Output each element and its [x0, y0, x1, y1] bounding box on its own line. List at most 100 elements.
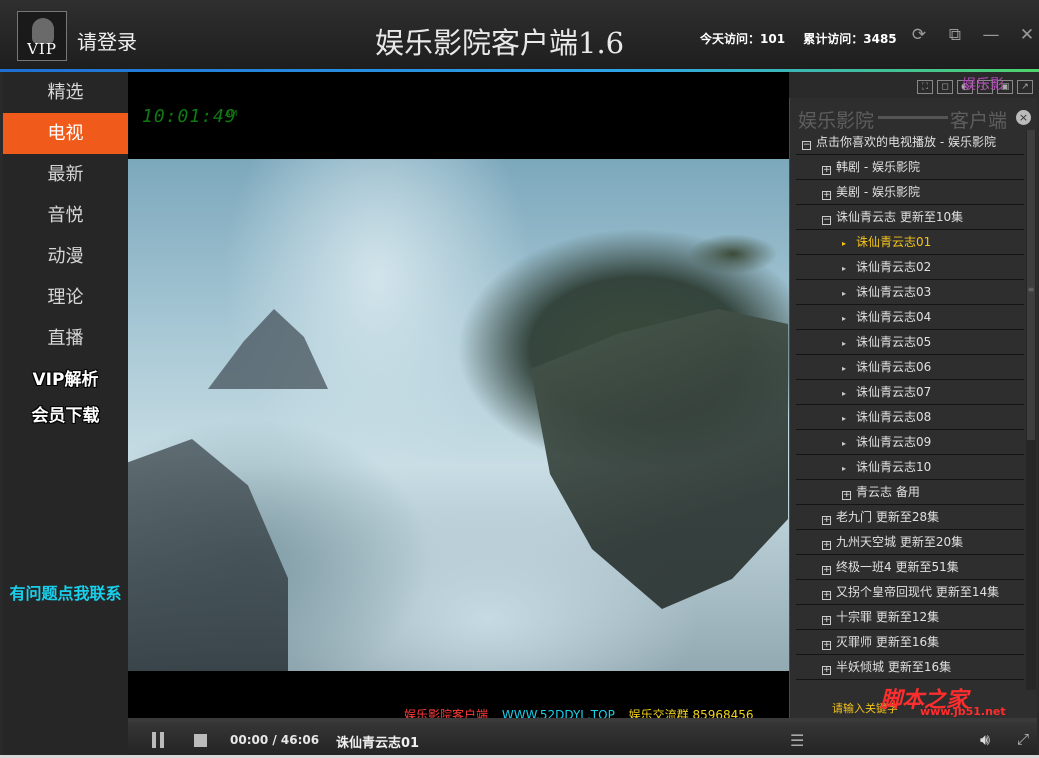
sidebar-item-4[interactable]: 动漫	[3, 236, 128, 277]
scroll-grip-icon: ≡	[1027, 285, 1035, 294]
login-link[interactable]: 请登录	[77, 26, 137, 55]
play-arrow-icon: ▸	[842, 264, 847, 273]
episode-item[interactable]: ▸ 诛仙青云志08	[796, 405, 1024, 430]
total-visits: 累计访问：3485	[803, 32, 897, 46]
sidebar-nav: 精选 电视 最新 音悦 动漫 理论 直播	[3, 72, 128, 359]
category-item[interactable]: + 美剧 - 娱乐影院	[796, 180, 1024, 205]
stop-button[interactable]	[194, 734, 207, 747]
playlist-item-label: 点击你喜欢的电视播放 - 娱乐影院	[816, 135, 996, 149]
popout-icon[interactable]: ↗	[1017, 80, 1033, 94]
pause-button[interactable]	[150, 732, 166, 748]
category-item[interactable]: + 灭罪师 更新至16集	[796, 630, 1024, 655]
play-arrow-icon: ▸	[842, 289, 847, 298]
expand-icon[interactable]: +	[822, 191, 831, 200]
app-title: 娱乐影院客户端1.6	[375, 26, 625, 60]
fullscreen-icon[interactable]: ⤢	[1017, 730, 1029, 748]
expand-icon[interactable]: +	[822, 566, 831, 575]
playlist-item-label: 诛仙青云志07	[856, 385, 932, 399]
category-item[interactable]: + 韩剧 - 娱乐影院	[796, 155, 1024, 180]
playlist-item-label: 诛仙青云志02	[856, 260, 932, 274]
episode-item[interactable]: ▸ 诛仙青云志09	[796, 430, 1024, 455]
avatar[interactable]: VIP	[17, 11, 67, 61]
playlist-item-label: 诛仙青云志05	[856, 335, 932, 349]
close-icon[interactable]: ✕	[1016, 24, 1038, 46]
progress-bar[interactable]	[128, 718, 1037, 722]
category-item[interactable]: + 十宗罪 更新至12集	[796, 605, 1024, 630]
title-bar: VIP 请登录 娱乐影院客户端1.6 今天访问：101 累计访问：3485 ⟳ …	[0, 0, 1039, 72]
episode-item[interactable]: ▸ 诛仙青云志10	[796, 455, 1024, 480]
category-item[interactable]: + 青云志 备用	[796, 480, 1024, 505]
playlist-close-icon[interactable]: ×	[1016, 110, 1031, 125]
playlist-item-label: 韩剧 - 娱乐影院	[836, 160, 920, 174]
member-download-link[interactable]: 会员下载	[3, 401, 128, 431]
playlist-item-label: 诛仙青云志 更新至10集	[836, 210, 964, 224]
video-scene-peak	[208, 309, 328, 389]
minimize-icon[interactable]: —	[980, 24, 1002, 46]
playlist-panel: 娱乐影院 客户端 × − 点击你喜欢的电视播放 - 娱乐影院 + 韩剧 - 娱乐影院 +…	[789, 98, 1037, 718]
expand-icon[interactable]: +	[822, 666, 831, 675]
playlist-item-label: 终极一班4 更新至51集	[836, 560, 959, 574]
restore-icon[interactable]: ⧉	[944, 24, 966, 46]
playlist-item-label: 九州天空城 更新至20集	[836, 535, 964, 549]
playlist-item-label: 诛仙青云志10	[856, 460, 932, 474]
playlist-item-label: 诛仙青云志06	[856, 360, 932, 374]
sidebar-item-0[interactable]: 精选	[3, 72, 128, 113]
episode-item[interactable]: ▸ 诛仙青云志01	[796, 230, 1024, 255]
expand-icon[interactable]: +	[822, 591, 831, 600]
category-item[interactable]: + 半妖倾城 更新至16集	[796, 655, 1024, 680]
episode-item[interactable]: ▸ 诛仙青云志07	[796, 380, 1024, 405]
contact-link[interactable]: 有问题点我联系	[3, 580, 128, 604]
video-scene-cliff-right	[530, 309, 788, 609]
sidebar-item-2[interactable]: 最新	[3, 154, 128, 195]
playlist-scrollbar[interactable]: ≡	[1026, 130, 1036, 690]
now-playing-title: 诛仙青云志01	[336, 736, 420, 751]
visit-stats: 今天访问：101 累计访问：3485	[700, 30, 911, 47]
category-item[interactable]: + 又拐个皇帝回现代 更新至14集	[796, 580, 1024, 605]
expand-icon[interactable]: +	[822, 516, 831, 525]
vip-parse-link[interactable]: VIP解析	[3, 365, 128, 395]
playlist-item-label: 美剧 - 娱乐影院	[836, 185, 920, 199]
video-player[interactable]: 10:01:49 AM 娱乐影院客户端 WWW.52DDYL.TOP 娱乐交流群…	[128, 72, 789, 722]
episode-item[interactable]: ▸ 诛仙青云志02	[796, 255, 1024, 280]
playlist-toggle-icon[interactable]: ☰	[790, 731, 804, 750]
expand-icon[interactable]: +	[822, 166, 831, 175]
episode-item[interactable]: ▸ 诛仙青云志05	[796, 330, 1024, 355]
expand-icon[interactable]: +	[842, 491, 851, 500]
playlist-header: 娱乐影院 客户端 ×	[790, 98, 1037, 132]
playlist-item-label: 诛仙青云志09	[856, 435, 932, 449]
sidebar-item-5[interactable]: 理论	[3, 277, 128, 318]
category-item[interactable]: + 九州天空城 更新至20集	[796, 530, 1024, 555]
playlist-item-label: 青云志 备用	[856, 485, 920, 499]
play-arrow-icon: ▸	[842, 414, 847, 423]
sidebar-item-6[interactable]: 直播	[3, 318, 128, 359]
fit-icon[interactable]: ⛶	[917, 80, 933, 94]
volume-icon[interactable]: 🔊︎	[980, 730, 990, 750]
snapshot-icon[interactable]: ◻	[937, 80, 953, 94]
control-bar: 00:00 / 46:06 诛仙青云志01 ☰ 🔊︎ ⤢	[128, 718, 1037, 755]
today-visits: 今天访问：101	[700, 32, 786, 46]
episode-item[interactable]: ▸ 诛仙青云志06	[796, 355, 1024, 380]
category-item[interactable]: + 老九门 更新至28集	[796, 505, 1024, 530]
sidebar-item-3[interactable]: 音悦	[3, 195, 128, 236]
category-item[interactable]: − 诛仙青云志 更新至10集	[796, 205, 1024, 230]
episode-item[interactable]: ▸ 诛仙青云志04	[796, 305, 1024, 330]
category-item[interactable]: − 点击你喜欢的电视播放 - 娱乐影院	[796, 130, 1024, 155]
collapse-icon[interactable]: −	[822, 216, 831, 225]
video-frame[interactable]	[128, 159, 789, 671]
refresh-icon[interactable]: ⟳	[908, 24, 930, 46]
sidebar-item-1[interactable]: 电视	[3, 113, 128, 154]
sidebar: 精选 电视 最新 音悦 动漫 理论 直播 VIP解析 会员下载 有问题点我联系	[3, 72, 128, 755]
collapse-icon[interactable]: −	[802, 141, 811, 150]
play-arrow-icon: ▸	[842, 314, 847, 323]
expand-icon[interactable]: +	[822, 641, 831, 650]
brand-mini-label: 娱乐影	[962, 77, 1004, 93]
watermark-url: www.jb51.net	[920, 705, 1006, 718]
expand-icon[interactable]: +	[822, 616, 831, 625]
category-item[interactable]: + 终极一班4 更新至51集	[796, 555, 1024, 580]
episode-item[interactable]: ▸ 诛仙青云志03	[796, 280, 1024, 305]
playlist-item-label: 诛仙青云志01	[856, 235, 932, 249]
expand-icon[interactable]: +	[822, 541, 831, 550]
playlist-item-label: 诛仙青云志04	[856, 310, 932, 324]
play-arrow-icon: ▸	[842, 464, 847, 473]
window-controls: ⟳ ⧉ — ✕	[908, 24, 1038, 46]
